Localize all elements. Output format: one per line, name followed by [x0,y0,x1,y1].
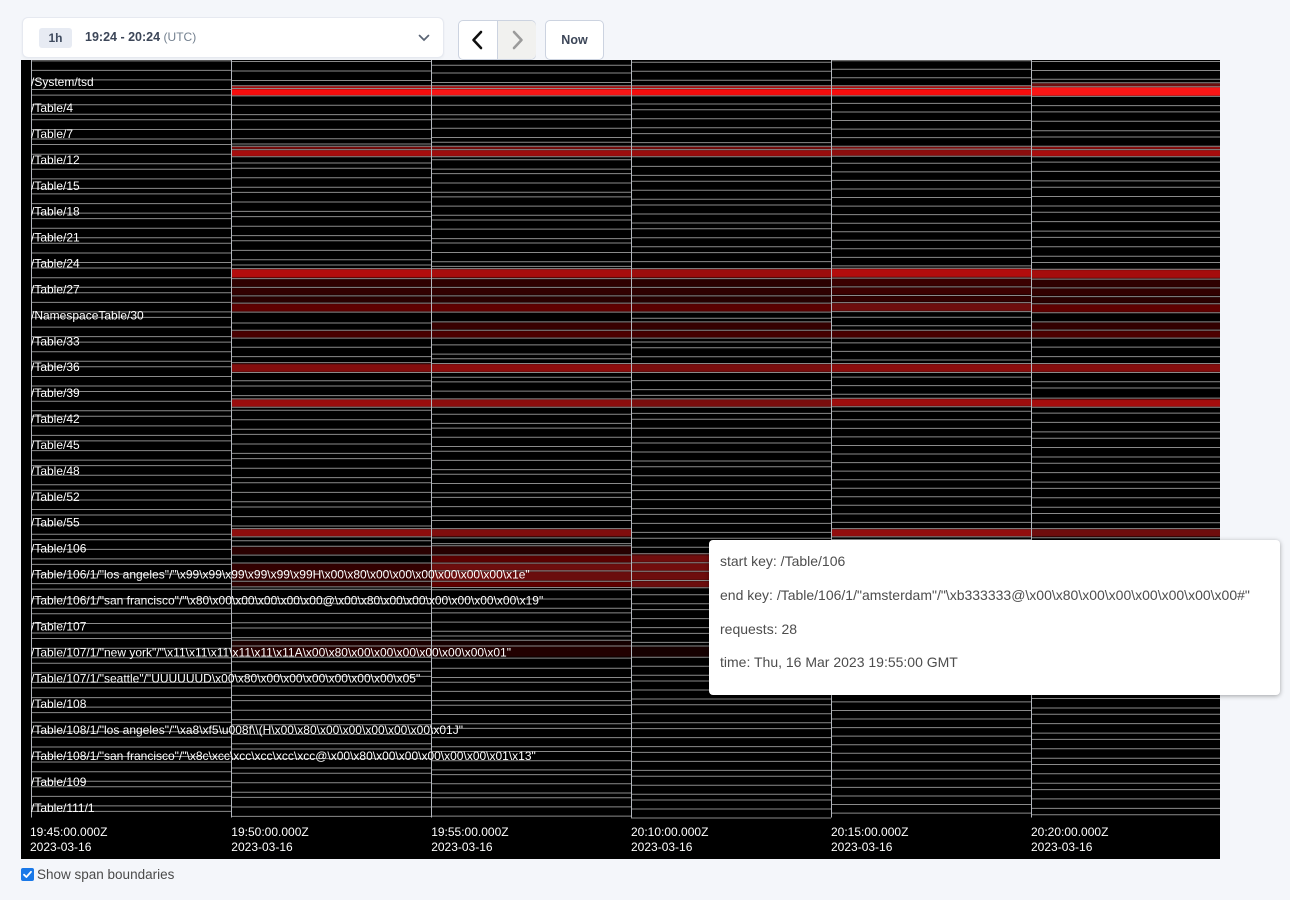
svg-text:2023-03-16: 2023-03-16 [831,840,893,854]
svg-text:/Table/106: /Table/106 [31,542,87,556]
svg-text:/Table/107: /Table/107 [31,619,87,633]
svg-text:20:15:00.000Z: 20:15:00.000Z [831,825,908,839]
svg-text:/Table/24: /Table/24 [31,257,80,271]
svg-text:/Table/39: /Table/39 [31,386,80,400]
svg-text:/Table/106/1/"san francisco"/": /Table/106/1/"san francisco"/"\x80\x00\x… [31,594,543,608]
svg-text:/Table/107/1/"seattle"/"UUUUUU: /Table/107/1/"seattle"/"UUUUUUD\x00\x80\… [31,671,420,685]
svg-text:2023-03-16: 2023-03-16 [30,840,92,854]
svg-text:/Table/45: /Table/45 [31,438,80,452]
svg-text:2023-03-16: 2023-03-16 [1031,840,1093,854]
svg-text:/Table/36: /Table/36 [31,360,80,374]
svg-text:/Table/12: /Table/12 [31,153,80,167]
svg-text:/Table/18: /Table/18 [31,205,80,219]
svg-text:20:10:00.000Z: 20:10:00.000Z [631,825,708,839]
svg-text:/Table/27: /Table/27 [31,283,80,297]
svg-text:/Table/52: /Table/52 [31,490,80,504]
svg-text:/Table/109: /Table/109 [31,775,87,789]
svg-text:19:50:00.000Z: 19:50:00.000Z [231,825,308,839]
svg-text:19:55:00.000Z: 19:55:00.000Z [431,825,508,839]
svg-text:/Table/108/1/"san francisco"/": /Table/108/1/"san francisco"/"\x8c\xcc\x… [31,749,536,763]
svg-text:/Table/111/1: /Table/111/1 [31,801,95,815]
svg-text:/Table/4: /Table/4 [31,101,73,115]
svg-text:/Table/42: /Table/42 [31,412,80,426]
svg-text:/Table/108/1/"los angeles"/"\x: /Table/108/1/"los angeles"/"\xa8\xf5\u00… [31,723,463,737]
svg-text:/System/tsd: /System/tsd [31,75,94,89]
svg-text:/Table/55: /Table/55 [31,516,80,530]
svg-text:/Table/107/1/"new york"/"\x11\: /Table/107/1/"new york"/"\x11\x11\x11\x1… [31,645,511,659]
svg-text:19:45:00.000Z: 19:45:00.000Z [30,825,107,839]
svg-text:/Table/21: /Table/21 [31,231,80,245]
svg-text:/Table/7: /Table/7 [31,127,73,141]
svg-text:/Table/15: /Table/15 [31,179,80,193]
svg-text:/NamespaceTable/30: /NamespaceTable/30 [31,308,144,322]
svg-text:2023-03-16: 2023-03-16 [431,840,493,854]
svg-text:/Table/106/1/"los angeles"/"\x: /Table/106/1/"los angeles"/"\x99\x99\x99… [31,568,530,582]
svg-text:20:20:00.000Z: 20:20:00.000Z [1031,825,1108,839]
svg-text:2023-03-16: 2023-03-16 [231,840,293,854]
svg-text:/Table/33: /Table/33 [31,334,80,348]
svg-text:2023-03-16: 2023-03-16 [631,840,693,854]
svg-text:/Table/108: /Table/108 [31,697,87,711]
svg-text:/Table/48: /Table/48 [31,464,80,478]
